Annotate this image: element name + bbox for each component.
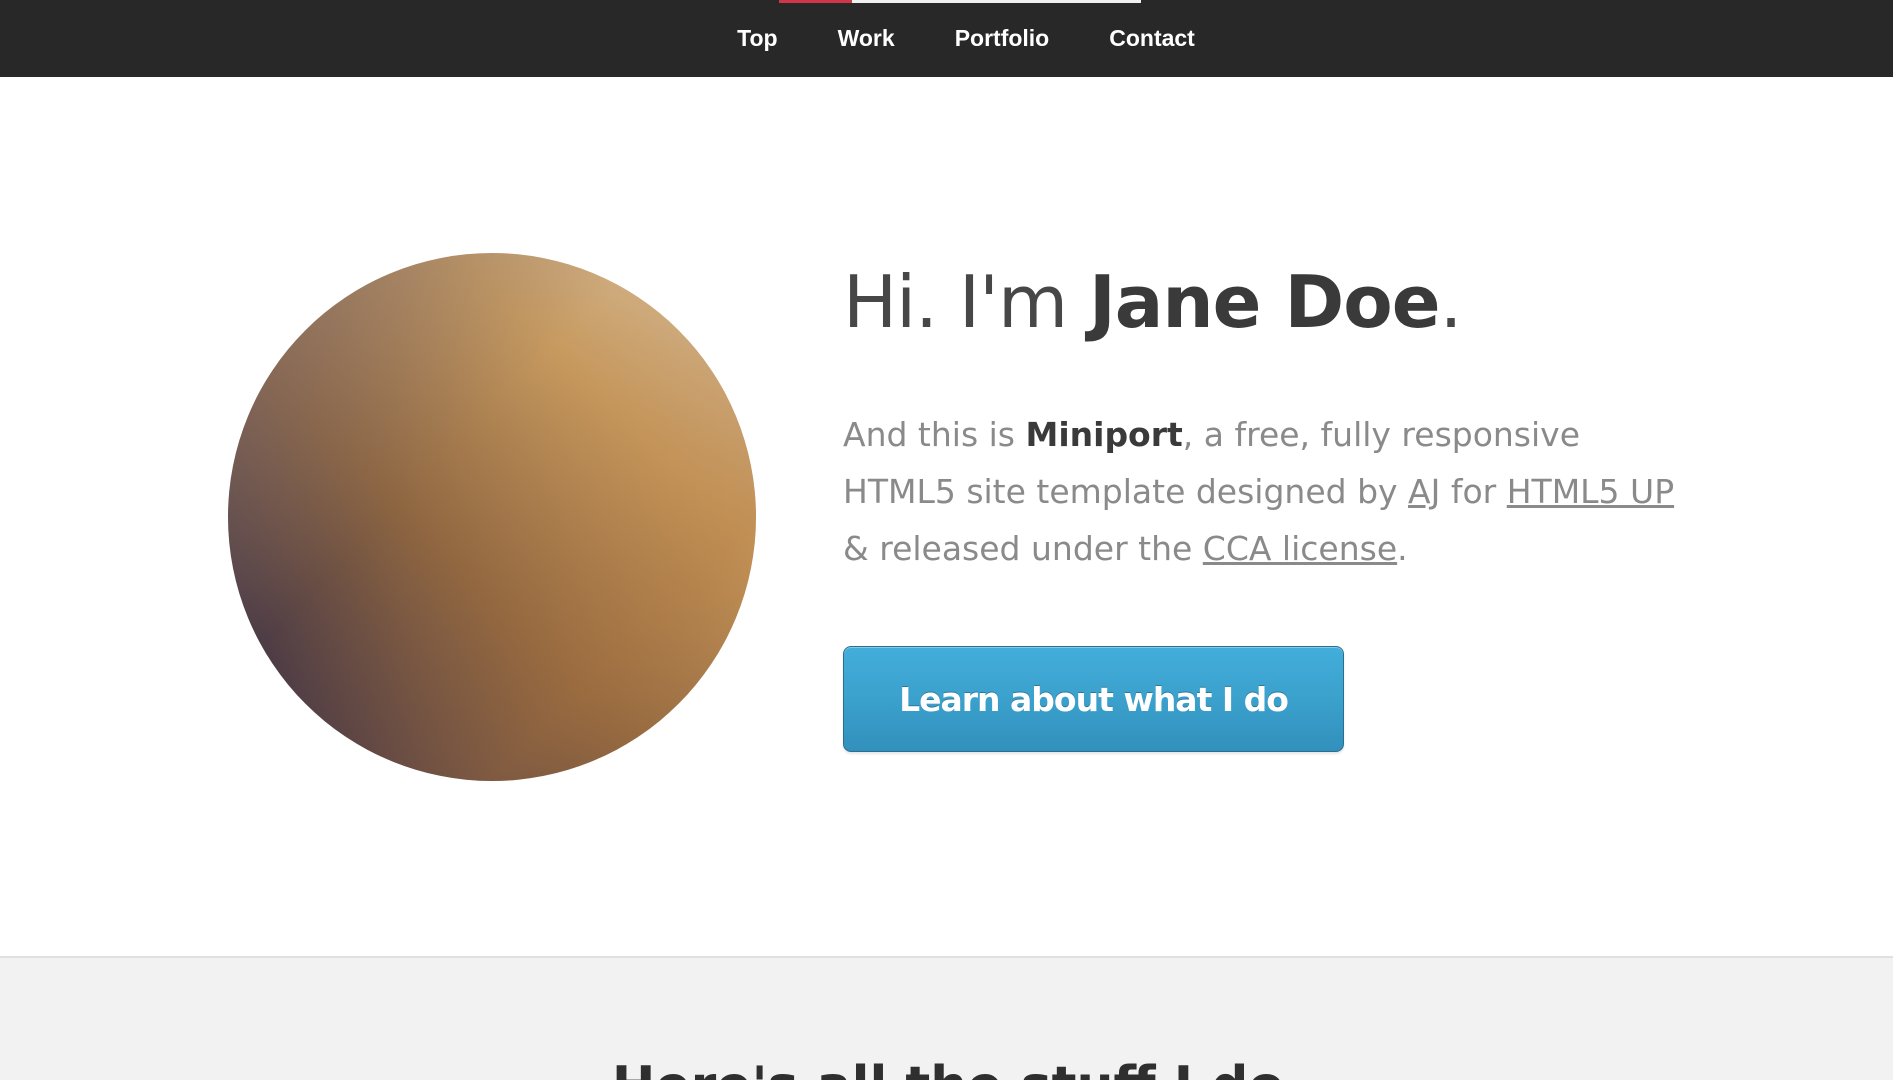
avatar-gradient-overlay [228, 253, 756, 781]
nav-item-top[interactable]: Top [737, 25, 777, 52]
hero-text-strong: Miniport [1025, 415, 1183, 454]
work-section-title: Here's all the stuff I do [0, 1056, 1896, 1080]
hero-text-part-5: . [1397, 529, 1408, 568]
hero-title-suffix: . [1439, 260, 1463, 344]
hero-text-part-4: & released under the [843, 529, 1203, 568]
hero-text-part-3: for [1440, 472, 1507, 511]
link-cca-license[interactable]: CCA license [1203, 529, 1397, 568]
nav-item-portfolio[interactable]: Portfolio [955, 25, 1050, 52]
hero-title: Hi. I'm Jane Doe. [843, 258, 1463, 346]
nav-item-contact[interactable]: Contact [1109, 25, 1195, 52]
hero-text-part-1: And this is [843, 415, 1026, 454]
learn-more-button[interactable]: Learn about what I do [843, 646, 1344, 752]
hero-title-name: Jane Doe [1088, 260, 1441, 344]
hero-description: And this is Miniport, a free, fully resp… [843, 406, 1693, 577]
work-section: Here's all the stuff I do [0, 958, 1896, 1080]
top-navbar: Top Work Portfolio Contact [0, 0, 1896, 77]
nav-item-work[interactable]: Work [838, 25, 895, 52]
link-aj[interactable]: AJ [1408, 472, 1440, 511]
learn-more-button-label: Learn about what I do [899, 679, 1289, 719]
link-html5up[interactable]: HTML5 UP [1507, 472, 1674, 511]
nav-links: Top Work Portfolio Contact [0, 0, 1896, 77]
hero-title-prefix: Hi. I'm [843, 260, 1089, 344]
